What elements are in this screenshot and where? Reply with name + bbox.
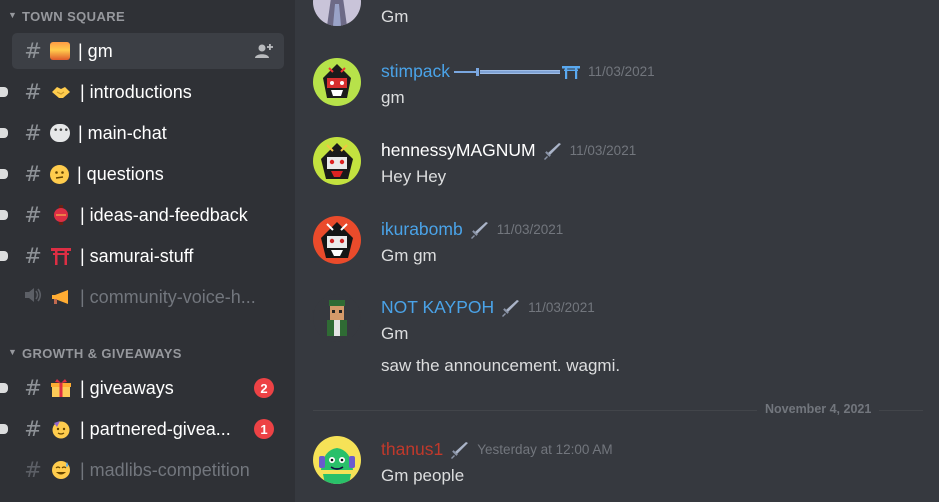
hash-icon: # (24, 203, 42, 227)
hash-icon: # (24, 39, 42, 63)
avatar[interactable] (313, 216, 361, 264)
category-label: TOWN SQUARE (22, 8, 126, 24)
chevron-down-icon: ▼ (8, 10, 18, 20)
speaker-icon (22, 285, 44, 309)
unread-indicator (0, 251, 8, 261)
sweat-smile-icon (50, 459, 72, 481)
channel-main-chat[interactable]: # | main-chat (0, 115, 284, 151)
hash-icon: # (24, 458, 42, 482)
unread-indicator (0, 87, 8, 97)
hash-icon: # (24, 121, 42, 145)
message-content: gm (381, 88, 405, 107)
add-member-icon[interactable] (254, 42, 274, 60)
channel-sidebar: ▼ TOWN SQUARE # | gm # | introductions #… (0, 0, 295, 502)
sword-torii-icon (454, 65, 581, 79)
message-content: saw the announcement. wagmi. (381, 356, 621, 375)
category-growth-giveaways[interactable]: ▼ GROWTH & GIVEAWAYS (8, 343, 182, 363)
avatar[interactable] (313, 436, 361, 484)
hash-icon: # (24, 80, 42, 104)
timestamp: 11/03/2021 (588, 64, 655, 79)
message-content: Gm (381, 7, 409, 26)
mention-badge: 1 (254, 419, 274, 439)
channel-giveaways[interactable]: # | giveaways 2 (0, 370, 284, 406)
author-name[interactable]: ikurabomb (381, 219, 463, 240)
timestamp: 11/03/2021 (496, 222, 564, 237)
lantern-icon (50, 204, 72, 226)
avatar[interactable] (313, 294, 361, 342)
sword-icon (543, 142, 561, 160)
channel-name: | main-chat (78, 122, 167, 143)
sword-icon (451, 441, 469, 459)
avatar[interactable] (313, 0, 361, 26)
sword-icon (470, 221, 488, 239)
mention-badge: 2 (254, 378, 274, 398)
channel-gm[interactable]: # | gm (12, 33, 284, 69)
message-content: Hey Hey (381, 167, 447, 186)
channel-ideas-and-feedback[interactable]: # | ideas-and-feedback (0, 197, 284, 233)
sunrise-icon (50, 42, 70, 60)
channel-name: | ideas-and-feedback (80, 204, 248, 225)
unread-indicator (0, 169, 8, 179)
channel-name: | introductions (80, 81, 192, 102)
sword-icon (502, 299, 520, 317)
author-name[interactable]: NOT KAYPOH (381, 297, 494, 318)
category-label: GROWTH & GIVEAWAYS (22, 345, 182, 361)
channel-name: | giveaways (80, 377, 174, 398)
channel-partnered-giveaways[interactable]: # | partnered-giveа... 1 (0, 411, 284, 447)
horn-icon (50, 286, 72, 308)
category-town-square[interactable]: ▼ TOWN SQUARE (8, 6, 125, 26)
channel-name: | gm (78, 40, 113, 61)
channel-name: | partnered-giveа... (80, 418, 231, 439)
hash-icon: # (24, 162, 42, 186)
unread-indicator (0, 210, 8, 220)
channel-name: | madlibs-competition (80, 459, 250, 480)
party-face-icon (50, 418, 72, 440)
channel-samurai-stuff[interactable]: # | samurai-stuff (0, 238, 284, 274)
message-header: NOT KAYPOH 11/03/2021 (381, 297, 595, 318)
channel-madlibs-competition[interactable]: # | madlibs-competition (12, 452, 284, 488)
avatar[interactable] (313, 137, 361, 185)
message-header: ikurabomb 11/03/2021 (381, 219, 563, 240)
torii-icon (50, 245, 72, 267)
channel-community-voice[interactable]: | community-voice-h... (12, 279, 284, 315)
message-header: hennessyMAGNUM 11/03/2021 (381, 140, 636, 161)
timestamp: Yesterday at 12:00 AM (477, 442, 613, 457)
unread-indicator (0, 383, 8, 393)
author-name[interactable]: thanus1 (381, 439, 443, 460)
channel-name: | samurai-stuff (80, 245, 194, 266)
channel-name: | questions (77, 163, 164, 184)
author-name[interactable]: stimpack (381, 61, 450, 82)
channel-questions[interactable]: # | questions (0, 156, 284, 192)
message-content: Gm people (381, 466, 465, 485)
message-content: Gm (381, 324, 409, 343)
hash-icon: # (24, 417, 42, 441)
channel-name: | community-voice-h... (80, 286, 256, 307)
message-list: Gm stimpack 11/03/2021 gm hennessyMAGNUM… (295, 0, 939, 502)
timestamp: 11/03/2021 (528, 300, 595, 315)
speech-bubble-icon (50, 124, 70, 142)
thinking-face-icon (50, 164, 69, 184)
hash-icon: # (24, 244, 42, 268)
message-header: stimpack 11/03/2021 (381, 61, 655, 82)
gift-icon (50, 377, 72, 399)
avatar[interactable] (313, 58, 361, 106)
author-name[interactable]: hennessyMAGNUM (381, 140, 536, 161)
date-divider-label: November 4, 2021 (757, 402, 880, 416)
unread-indicator (0, 128, 8, 138)
handshake-icon (50, 81, 72, 103)
message-header: thanus1 Yesterday at 12:00 AM (381, 439, 613, 460)
channel-introductions[interactable]: # | introductions (0, 74, 284, 110)
message-content: Gm gm (381, 246, 437, 265)
timestamp: 11/03/2021 (569, 143, 637, 158)
hash-icon: # (24, 376, 42, 400)
chevron-down-icon: ▼ (8, 347, 18, 357)
unread-indicator (0, 424, 8, 434)
